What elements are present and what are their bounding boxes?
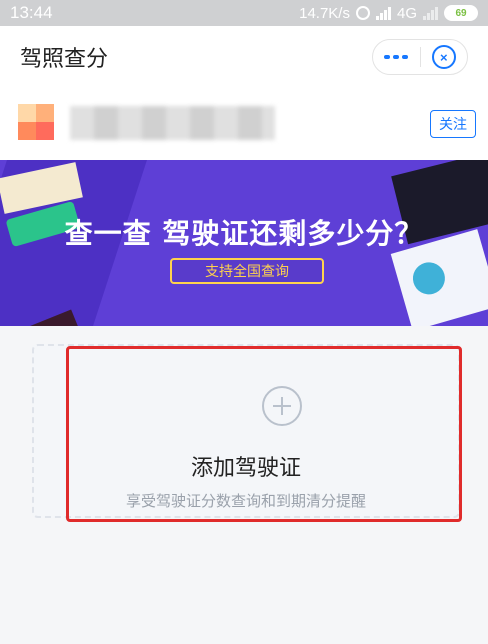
wifi-signal-icon xyxy=(423,6,438,20)
add-license-subtitle: 享受驾驶证分数查询和到期清分提醒 xyxy=(125,492,366,510)
network-type: 4G xyxy=(396,4,417,22)
net-speed: 14.7K/s xyxy=(299,4,350,22)
page-title: 驾照查分 xyxy=(20,47,109,72)
signal-icon xyxy=(375,6,391,20)
close-circle-icon: × xyxy=(431,45,456,69)
status-time: 13:44 xyxy=(10,3,53,22)
app-header: 驾照查分 × xyxy=(0,26,488,88)
content-area: 添加驾驶证 享受驾驶证分数查询和到期清分提醒 xyxy=(0,326,488,644)
follow-button[interactable]: 关注 xyxy=(430,110,476,138)
service-account-row: 关注 xyxy=(0,88,488,160)
promo-banner[interactable]: 查一查 驾驶证还剩多少分？ 支持全国查询 xyxy=(0,160,488,326)
alarm-icon xyxy=(355,6,370,20)
banner-headline: 查一查 驾驶证还剩多少分？ xyxy=(64,217,424,250)
add-license-title: 添加驾驶证 xyxy=(190,456,301,481)
plus-circle-icon xyxy=(262,386,302,426)
service-logo xyxy=(18,104,54,140)
more-icon xyxy=(384,55,409,59)
add-license-card[interactable]: 添加驾驶证 享受驾驶证分数查询和到期清分提醒 xyxy=(32,344,460,518)
status-bar: 13:44 14.7K/s 4G 69 xyxy=(0,0,488,26)
mini-program-capsule: × xyxy=(372,39,468,75)
banner-pill: 支持全国查询 xyxy=(170,258,324,284)
more-button[interactable] xyxy=(373,40,420,74)
blurred-service-name xyxy=(70,106,275,140)
close-button[interactable]: × xyxy=(421,40,468,74)
battery-icon: 69 xyxy=(444,5,478,21)
status-icons: 14.7K/s 4G 69 xyxy=(299,5,478,22)
